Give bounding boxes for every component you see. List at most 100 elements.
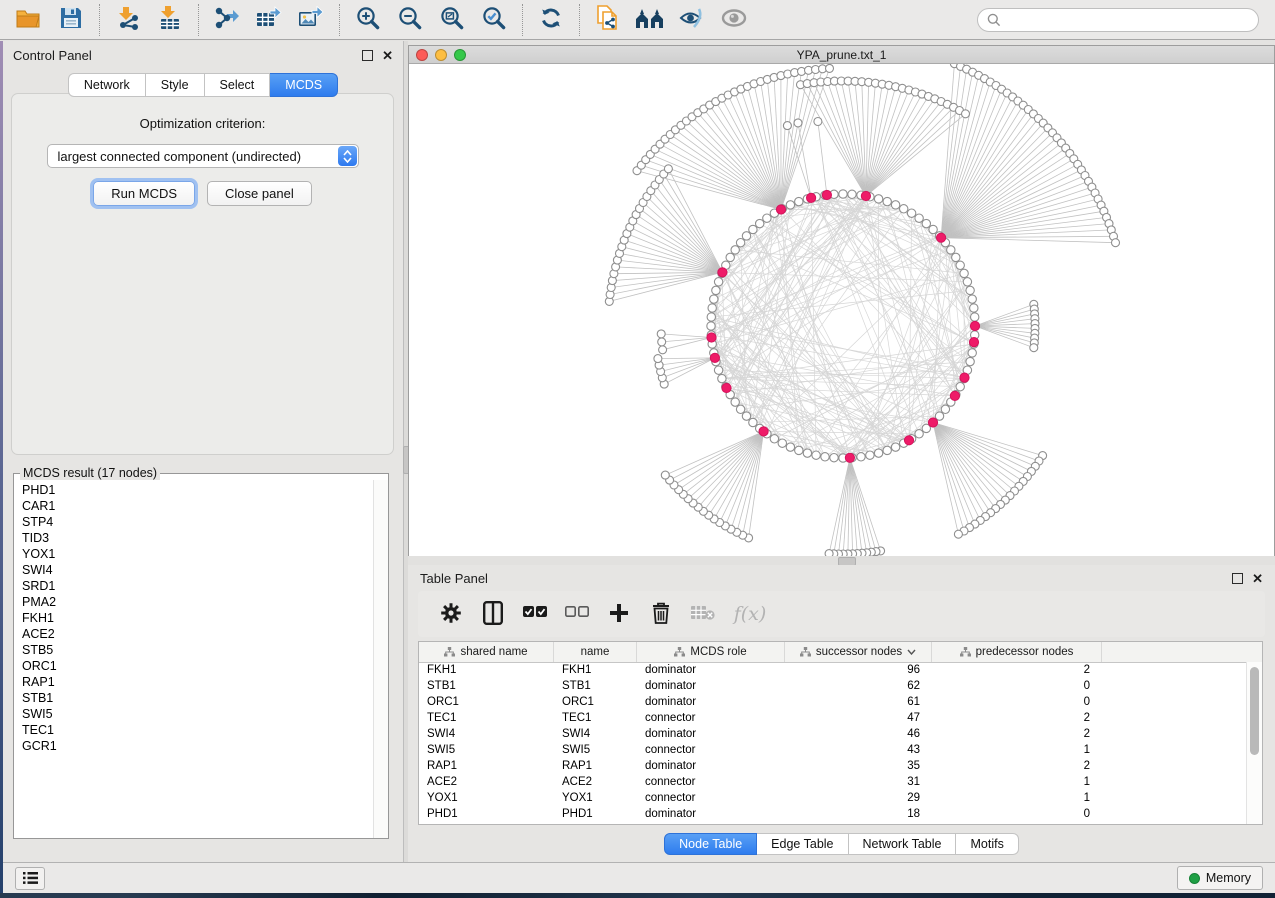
- column-visibility-button[interactable]: [476, 597, 510, 631]
- import-network-button[interactable]: [107, 3, 149, 37]
- save-button[interactable]: [50, 3, 92, 37]
- list-item[interactable]: TID3: [15, 530, 373, 546]
- network-window-titlebar[interactable]: YPA_prune.txt_1: [409, 46, 1274, 64]
- criterion-dropdown[interactable]: largest connected component (undirected): [47, 144, 359, 168]
- close-panel-button[interactable]: Close panel: [207, 181, 312, 206]
- export-network-icon: [214, 6, 240, 33]
- open-folder-button[interactable]: [8, 3, 50, 37]
- tab-mcds[interactable]: MCDS: [270, 73, 338, 97]
- table-row[interactable]: TEC1TEC1connector472: [419, 710, 1247, 726]
- list-item[interactable]: TEC1: [15, 722, 373, 738]
- list-item[interactable]: STB1: [15, 690, 373, 706]
- table-scrollbar-thumb[interactable]: [1250, 667, 1259, 755]
- list-item[interactable]: PMA2: [15, 594, 373, 610]
- float-panel-icon[interactable]: [362, 50, 373, 61]
- horizontal-splitter[interactable]: [408, 556, 1275, 565]
- dominator-node[interactable]: [710, 353, 719, 362]
- zoom-fit-button[interactable]: [431, 3, 473, 37]
- list-item[interactable]: CAR1: [15, 498, 373, 514]
- show-all-button[interactable]: [713, 3, 755, 37]
- dominator-node[interactable]: [722, 383, 731, 392]
- select-all-button[interactable]: [518, 597, 552, 631]
- list-item[interactable]: ORC1: [15, 658, 373, 674]
- search-input[interactable]: [1007, 12, 1249, 28]
- list-item[interactable]: ACE2: [15, 626, 373, 642]
- toolbar-separator: [198, 4, 199, 36]
- dominator-node[interactable]: [776, 205, 785, 214]
- column-header-name[interactable]: name: [554, 642, 637, 662]
- dominator-node[interactable]: [822, 190, 831, 199]
- dominator-node[interactable]: [861, 191, 870, 200]
- dominator-node[interactable]: [970, 321, 979, 330]
- dominator-node[interactable]: [845, 453, 854, 462]
- add-column-button[interactable]: [602, 597, 636, 631]
- table-row[interactable]: RAP1RAP1dominator352: [419, 758, 1247, 774]
- column-header-successor-nodes[interactable]: successor nodes: [785, 642, 932, 662]
- column-header-predecessor-nodes[interactable]: predecessor nodes: [932, 642, 1102, 662]
- hide-selection-button[interactable]: [671, 3, 713, 37]
- table-row[interactable]: ORC1ORC1dominator610: [419, 694, 1247, 710]
- table-row[interactable]: SWI5SWI5connector431: [419, 742, 1247, 758]
- float-table-panel-icon[interactable]: [1232, 573, 1243, 584]
- dominator-node[interactable]: [937, 233, 946, 242]
- tab-network[interactable]: Network: [68, 73, 146, 97]
- dominator-node[interactable]: [960, 373, 969, 382]
- table-row[interactable]: ACE2ACE2connector311: [419, 774, 1247, 790]
- column-header-shared-name[interactable]: shared name: [419, 642, 554, 662]
- list-item[interactable]: STP4: [15, 514, 373, 530]
- deselect-all-button[interactable]: [560, 597, 594, 631]
- export-network-button[interactable]: [206, 3, 248, 37]
- close-panel-icon[interactable]: ✕: [382, 49, 393, 62]
- delete-column-button[interactable]: [644, 597, 678, 631]
- search-box[interactable]: [977, 8, 1259, 32]
- table-row[interactable]: STB1STB1dominator620: [419, 678, 1247, 694]
- table-row[interactable]: FKH1FKH1dominator962: [419, 662, 1247, 678]
- list-item[interactable]: SWI4: [15, 562, 373, 578]
- list-item[interactable]: GCR1: [15, 738, 373, 754]
- column-header-MCDS-role[interactable]: MCDS role: [637, 642, 785, 662]
- dominator-node[interactable]: [969, 338, 978, 347]
- network-canvas[interactable]: [409, 64, 1274, 556]
- first-neighbors-button[interactable]: [629, 3, 671, 37]
- tab-motifs[interactable]: Motifs: [956, 833, 1018, 855]
- tab-style[interactable]: Style: [146, 73, 205, 97]
- table-header-row: shared namenameMCDS rolesuccessor nodesp…: [419, 642, 1262, 663]
- dominator-node[interactable]: [807, 193, 816, 202]
- dominator-node[interactable]: [950, 391, 959, 400]
- list-item[interactable]: SRD1: [15, 578, 373, 594]
- import-table-button[interactable]: [149, 3, 191, 37]
- zoom-in-button[interactable]: [347, 3, 389, 37]
- close-table-panel-icon[interactable]: ✕: [1252, 572, 1263, 585]
- list-item[interactable]: YOX1: [15, 546, 373, 562]
- list-item[interactable]: SWI5: [15, 706, 373, 722]
- list-item[interactable]: PHD1: [15, 482, 373, 498]
- zoom-out-button[interactable]: [389, 3, 431, 37]
- list-item[interactable]: FKH1: [15, 610, 373, 626]
- mcds-list-scrollbar[interactable]: [373, 480, 388, 838]
- dominator-node[interactable]: [928, 418, 937, 427]
- dominator-node[interactable]: [707, 333, 716, 342]
- table-row[interactable]: PHD1PHD1dominator180: [419, 806, 1247, 822]
- dominator-node[interactable]: [904, 436, 913, 445]
- cell-mcds-role: dominator: [637, 760, 785, 772]
- network-list-button[interactable]: [15, 867, 45, 890]
- export-image-button[interactable]: [290, 3, 332, 37]
- tab-edge-table[interactable]: Edge Table: [757, 833, 848, 855]
- memory-button[interactable]: Memory: [1177, 866, 1263, 890]
- zoom-selected-button[interactable]: [473, 3, 515, 37]
- list-item[interactable]: RAP1: [15, 674, 373, 690]
- table-row[interactable]: SWI4SWI4dominator462: [419, 726, 1247, 742]
- tab-node-table[interactable]: Node Table: [664, 833, 757, 855]
- dominator-node[interactable]: [759, 427, 768, 436]
- gear-button[interactable]: [434, 597, 468, 631]
- tab-select[interactable]: Select: [205, 73, 271, 97]
- refresh-button[interactable]: [530, 3, 572, 37]
- table-scrollbar[interactable]: [1246, 662, 1262, 824]
- tab-network-table[interactable]: Network Table: [849, 833, 957, 855]
- list-item[interactable]: STB5: [15, 642, 373, 658]
- export-table-button[interactable]: [248, 3, 290, 37]
- dominator-node[interactable]: [718, 268, 727, 277]
- new-network-from-selection-button[interactable]: [587, 3, 629, 37]
- run-mcds-button[interactable]: Run MCDS: [93, 181, 195, 206]
- table-row[interactable]: YOX1YOX1connector291: [419, 790, 1247, 806]
